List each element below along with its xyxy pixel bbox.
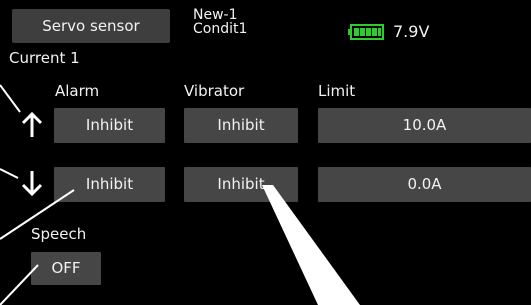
- vibrator-down-button[interactable]: Inhibit: [184, 167, 298, 202]
- alarm-column-label: Alarm: [55, 82, 100, 100]
- limit-down-button[interactable]: 0.0A: [318, 167, 531, 202]
- speech-toggle-button[interactable]: OFF: [31, 252, 101, 285]
- condition-name: Condit1: [193, 21, 248, 37]
- vibrator-up-button[interactable]: Inhibit: [184, 108, 298, 143]
- arrow-down-icon: [21, 171, 43, 197]
- alarm-up-button[interactable]: Inhibit: [54, 108, 165, 143]
- battery-full-icon: [348, 24, 384, 40]
- speech-label: Speech: [31, 225, 87, 243]
- section-title: Current 1: [9, 49, 80, 67]
- limit-up-button[interactable]: 10.0A: [318, 108, 531, 143]
- limit-column-label: Limit: [318, 82, 356, 100]
- screen-title-tab[interactable]: Servo sensor: [12, 9, 170, 43]
- battery-voltage: 7.9V: [393, 22, 430, 41]
- vibrator-column-label: Vibrator: [184, 82, 245, 100]
- alarm-down-button[interactable]: Inhibit: [54, 167, 165, 202]
- arrow-up-icon: [21, 111, 43, 137]
